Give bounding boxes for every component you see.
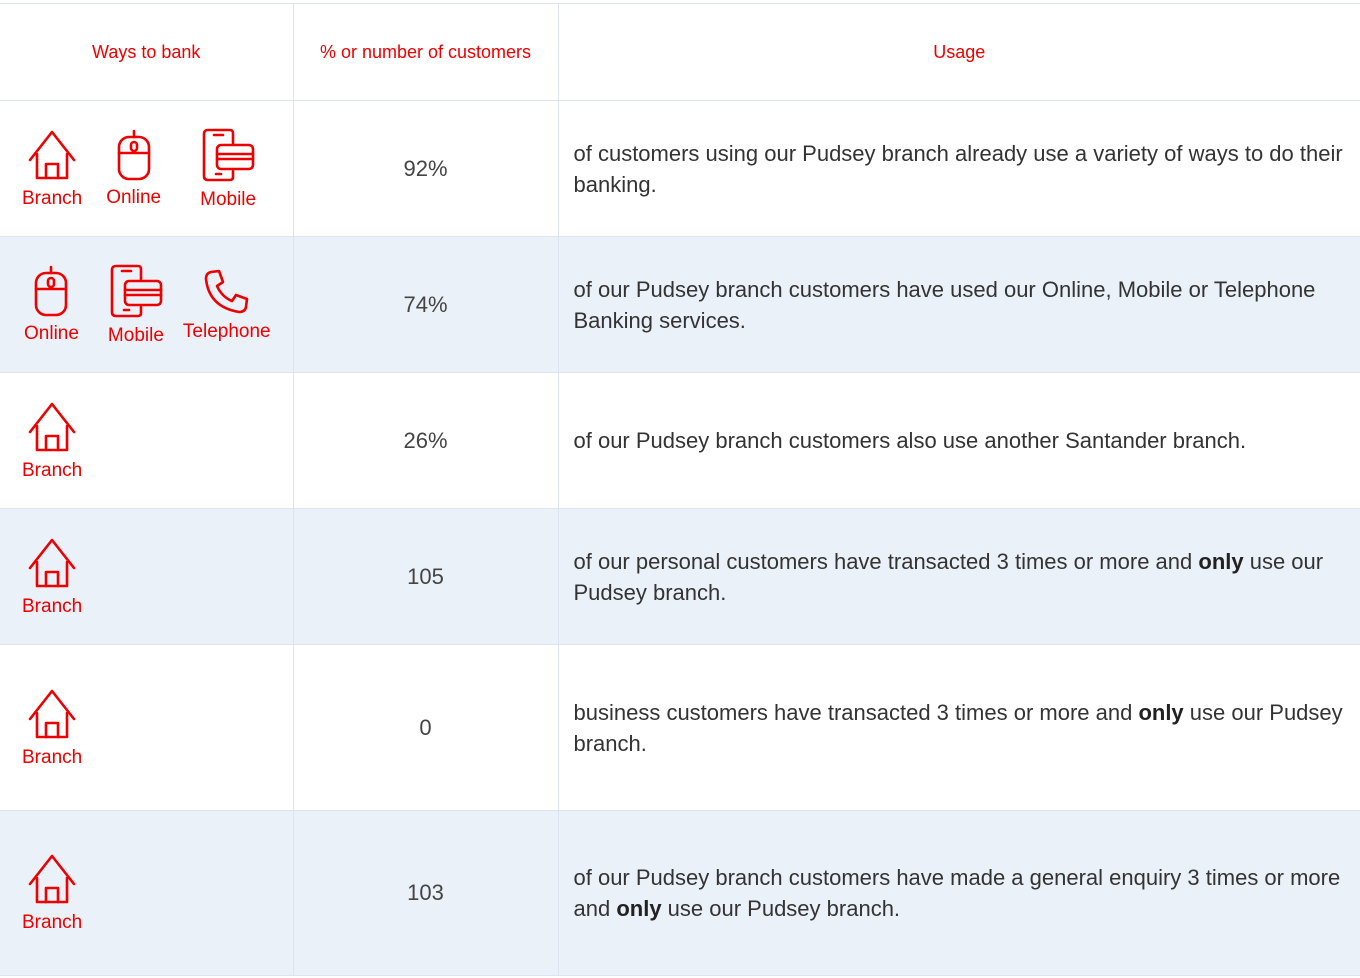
usage-text-start: of our Pudsey branch customers also use … [573, 428, 1247, 453]
usage-text-end: use our Pudsey branch. [661, 896, 901, 921]
channel-branch: Branch [22, 852, 82, 934]
phone-icon [203, 267, 251, 315]
channel-label: Mobile [200, 188, 257, 210]
table-header-row: Ways to bank % or number of customers Us… [0, 3, 1360, 101]
ways-cell: Branch [0, 372, 294, 509]
customer-value: 105 [292, 508, 559, 645]
ways-cell: Branch Online Mobile [0, 100, 294, 237]
usage-emphasis: only [1198, 548, 1244, 574]
usage-emphasis: only [616, 896, 662, 921]
header-ways-to-bank: Ways to bank [0, 3, 294, 101]
table-row: Branch Online Mobile 92% of customers using … [0, 100, 1360, 237]
channel-branch: Branch [22, 687, 82, 769]
table-row: Branch 103 of our Pudsey branch customers … [0, 810, 1360, 976]
channel-label: Telephone [182, 320, 271, 342]
customer-value: 74% [292, 236, 559, 373]
customer-value: 103 [292, 810, 559, 976]
channel-label: Branch [22, 187, 83, 209]
customer-value: 0 [292, 644, 559, 811]
channel-online: Online [24, 265, 79, 345]
house-icon [27, 400, 77, 454]
channel-telephone: Telephone [183, 267, 271, 343]
usage-text: business customers have transacted 3 tim… [557, 644, 1360, 811]
channel-mobile: Mobile [199, 127, 257, 211]
channel-label: Branch [22, 595, 83, 617]
channel-branch: Branch [22, 128, 82, 210]
usage-text: of our personal customers have transacte… [557, 508, 1360, 645]
channel-branch: Branch [22, 536, 82, 618]
table-row: Branch 26% of our Pudsey branch customers … [0, 372, 1360, 509]
channel-label: Online [24, 322, 79, 344]
channel-label: Online [106, 186, 162, 208]
header-customers: % or number of customers [292, 3, 559, 101]
mouse-icon [33, 265, 69, 317]
header-usage: Usage [557, 3, 1360, 101]
channel-label: Branch [22, 746, 83, 768]
table-row: Online Mobile Telephone 74% of our Pudsey br… [0, 236, 1360, 373]
usage-text: of our Pudsey branch customers also use … [557, 372, 1360, 509]
mouse-icon [116, 129, 152, 181]
ways-cell: Branch [0, 810, 294, 976]
channel-branch: Branch [22, 400, 82, 482]
customer-value: 92% [292, 100, 559, 237]
mobile-card-icon [199, 127, 257, 183]
usage-text: of our Pudsey branch customers have made… [557, 810, 1360, 976]
channel-label: Branch [22, 912, 83, 933]
channel-label: Branch [22, 459, 83, 481]
channel-label: Mobile [107, 324, 164, 346]
mobile-card-icon [107, 263, 165, 319]
house-icon [27, 536, 77, 590]
usage-text-start: of our personal customers have transacte… [573, 548, 1199, 574]
usage-emphasis: only [1138, 699, 1184, 725]
usage-text-start: business customers have transacted 3 tim… [573, 699, 1139, 725]
usage-text: of our Pudsey branch customers have used… [557, 236, 1360, 373]
usage-text-start: of our Pudsey branch customers have used… [573, 276, 1316, 333]
ways-cell: Branch [0, 508, 294, 645]
usage-text: of customers using our Pudsey branch alr… [557, 100, 1360, 237]
usage-text-start: of customers using our Pudsey branch alr… [573, 140, 1343, 197]
ways-cell: Branch [0, 644, 294, 811]
table-row: Branch 105 of our personal customers have … [0, 508, 1360, 645]
ways-to-bank-table: Ways to bank % or number of customers Us… [0, 3, 1360, 976]
channel-mobile: Mobile [107, 263, 165, 347]
house-icon [27, 687, 77, 741]
house-icon [27, 128, 77, 182]
page: Ways to bank % or number of customers Us… [0, 0, 1360, 978]
ways-cell: Online Mobile Telephone [0, 236, 294, 373]
customer-value: 26% [292, 372, 559, 509]
house-icon [27, 852, 77, 906]
channel-online: Online [106, 129, 161, 209]
table-row: Branch 0 business customers have transacte… [0, 644, 1360, 811]
